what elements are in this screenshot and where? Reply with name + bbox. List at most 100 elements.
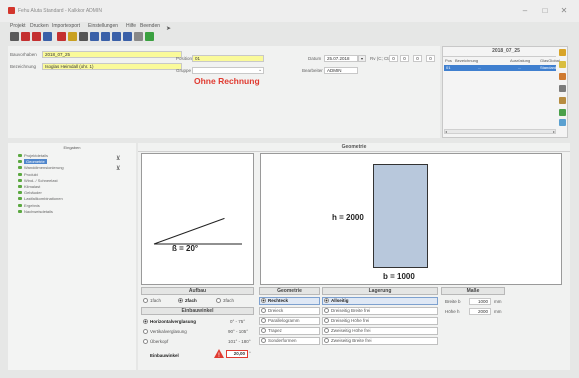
radio-icon[interactable] xyxy=(143,339,148,345)
bauvorhaben-field[interactable]: 2018_07_25 xyxy=(42,51,182,58)
breite-input[interactable]: 1000 xyxy=(469,298,491,305)
save-icon[interactable] xyxy=(21,32,30,41)
calendar-icon[interactable]: ▾ xyxy=(358,55,366,62)
tree-item[interactable]: Nachweisdetails xyxy=(24,209,53,214)
new-icon[interactable] xyxy=(10,32,19,41)
tree-item[interactable]: Produkt xyxy=(24,172,38,177)
radio-selected-icon[interactable] xyxy=(143,319,148,325)
chevron-down-icon[interactable]: ⌄ xyxy=(258,67,262,73)
geometrie-option-label[interactable]: Dreieck xyxy=(261,308,283,314)
tree-item[interactable]: Wanddimensionierung xyxy=(24,165,64,170)
menu-beenden[interactable]: Beenden xyxy=(140,23,160,29)
col-bezeichnung[interactable]: Bezeichnung xyxy=(455,58,478,63)
export-position-icon[interactable] xyxy=(559,109,566,116)
copy-position-icon[interactable] xyxy=(559,73,566,80)
horizontal-scrollbar[interactable]: ◂ ▸ xyxy=(444,129,556,134)
tree-node-icon xyxy=(18,166,22,170)
lagerung-option-label[interactable]: Dreiseitig Höhe frei xyxy=(324,318,369,324)
radio-icon[interactable] xyxy=(324,338,329,344)
sum-icon[interactable] xyxy=(79,32,88,41)
bearbeiter-field[interactable]: ADMIN xyxy=(324,67,358,74)
tree-item[interactable]: Ergebnis xyxy=(24,203,40,208)
geometrie-option-label[interactable]: Parallelogramm xyxy=(261,318,300,324)
table-row[interactable]: 01 ... ... Standard xyxy=(444,65,556,71)
position-list-panel: 2018_07_25 Pos Bezeichnung Ausrüstung Gl… xyxy=(442,46,568,138)
refresh-icon[interactable] xyxy=(559,119,566,126)
edit-position-icon[interactable] xyxy=(559,97,566,104)
col-glasglobal[interactable]: GlasGlobal xyxy=(540,58,560,63)
input-tree-panel: Eingaben ⊻ ⊻ Projektdetails Geometrie Wand… xyxy=(8,143,136,370)
radio-icon[interactable] xyxy=(261,318,266,324)
radio-icon[interactable] xyxy=(261,328,266,334)
delete-position-icon[interactable] xyxy=(559,85,566,92)
folder-icon[interactable] xyxy=(559,49,566,56)
aufbau-2fach[interactable]: 2fach xyxy=(178,298,197,304)
filter-all-icon[interactable]: ⊻ xyxy=(116,165,120,172)
tree-item[interactable]: Projektdetails xyxy=(24,153,48,158)
settings-icon[interactable] xyxy=(134,32,143,41)
radio-icon[interactable] xyxy=(216,298,221,304)
radio-selected-icon[interactable] xyxy=(324,298,329,304)
hoehe-input[interactable]: 2000 xyxy=(469,308,491,315)
einbauwinkel-input[interactable]: 20,00 xyxy=(226,350,248,358)
aufbau-3fach[interactable]: 3fach xyxy=(216,298,234,304)
delete-icon[interactable] xyxy=(57,32,66,41)
tree-item[interactable]: Geometrie xyxy=(24,159,47,165)
radio-selected-icon[interactable] xyxy=(178,298,183,304)
rv-field-3[interactable]: 0 xyxy=(413,55,422,62)
save-all-icon[interactable] xyxy=(32,32,41,41)
ueberkopf-option[interactable]: Überkopf xyxy=(143,339,168,345)
geometrie-option-label[interactable]: Rechteck xyxy=(261,298,288,304)
rv-field-2[interactable]: 0 xyxy=(400,55,409,62)
tree-item[interactable]: Lastfallkombinationen xyxy=(24,196,63,201)
filter-icon[interactable]: ⊻ xyxy=(116,155,120,162)
minimize-button[interactable]: – xyxy=(519,6,531,16)
horizontalverglasung-range: 0° - 75° xyxy=(230,319,246,324)
aufbau-1fach[interactable]: 1fach xyxy=(143,298,161,304)
lagerung-option-label[interactable]: Zweiseitig Höhe frei xyxy=(324,328,371,334)
radio-icon[interactable] xyxy=(261,308,266,314)
add-position-icon[interactable] xyxy=(559,61,566,68)
menu-hilfe[interactable]: Hilfe xyxy=(126,23,136,29)
print-icon[interactable] xyxy=(43,32,52,41)
menu-projekt[interactable]: Projekt xyxy=(10,23,26,29)
col-ausruestung[interactable]: Ausrüstung xyxy=(510,58,530,63)
lagerung-option-label[interactable]: Zweiseitig Breite frei xyxy=(324,338,372,344)
rv-field-4[interactable]: 0 xyxy=(426,55,435,62)
geometrie-option-label[interactable]: Trapez xyxy=(261,328,282,334)
lagerung-label: Allseitig xyxy=(331,298,349,303)
rv-field-1[interactable]: 0 xyxy=(389,55,398,62)
radio-icon[interactable] xyxy=(143,329,148,335)
close-button[interactable]: ✕ xyxy=(558,6,570,16)
lagerung-option-label[interactable]: Allseitig xyxy=(324,298,349,304)
tree-item[interactable]: Gebäuder xyxy=(24,190,42,195)
grid-icon[interactable] xyxy=(90,32,99,41)
lagerung-option-label[interactable]: Dreiseitig Breite frei xyxy=(324,308,371,314)
radio-selected-icon[interactable] xyxy=(261,298,266,304)
horizontalverglasung-option[interactable]: Horizontalverglasung xyxy=(143,319,196,325)
menu-importexport[interactable]: Importexport xyxy=(52,23,80,29)
menu-einstellungen[interactable]: Einstellungen xyxy=(88,23,118,29)
datum-field[interactable]: 25.07.2018 xyxy=(324,55,358,62)
maximize-button[interactable]: □ xyxy=(539,6,551,16)
position-field[interactable]: 01 xyxy=(192,55,264,62)
radio-icon[interactable] xyxy=(261,338,266,344)
bezeichnung-field[interactable]: Isoglas Heimdall (ohr. 1) xyxy=(42,63,182,70)
lagerung-label: Dreiseitig Breite frei xyxy=(331,308,371,313)
tree-item[interactable]: Klimalast xyxy=(24,184,40,189)
radio-icon[interactable] xyxy=(324,308,329,314)
menu-drucken[interactable]: Drucken xyxy=(30,23,49,29)
vertikalverglasung-option[interactable]: Vertikalverglasung xyxy=(143,329,187,335)
export-icon[interactable] xyxy=(145,32,154,41)
copy-icon[interactable] xyxy=(68,32,77,41)
list-icon[interactable] xyxy=(101,32,110,41)
table-icon[interactable] xyxy=(112,32,121,41)
geometrie-option-label[interactable]: Sonderformen xyxy=(261,338,297,344)
radio-icon[interactable] xyxy=(324,328,329,334)
tree-item[interactable]: Wind- / Schneelast xyxy=(24,178,58,183)
radio-icon[interactable] xyxy=(324,318,329,324)
gruppe-select[interactable] xyxy=(192,67,264,74)
col-pos[interactable]: Pos xyxy=(445,58,452,63)
report-icon[interactable] xyxy=(123,32,132,41)
radio-icon[interactable] xyxy=(143,298,148,304)
